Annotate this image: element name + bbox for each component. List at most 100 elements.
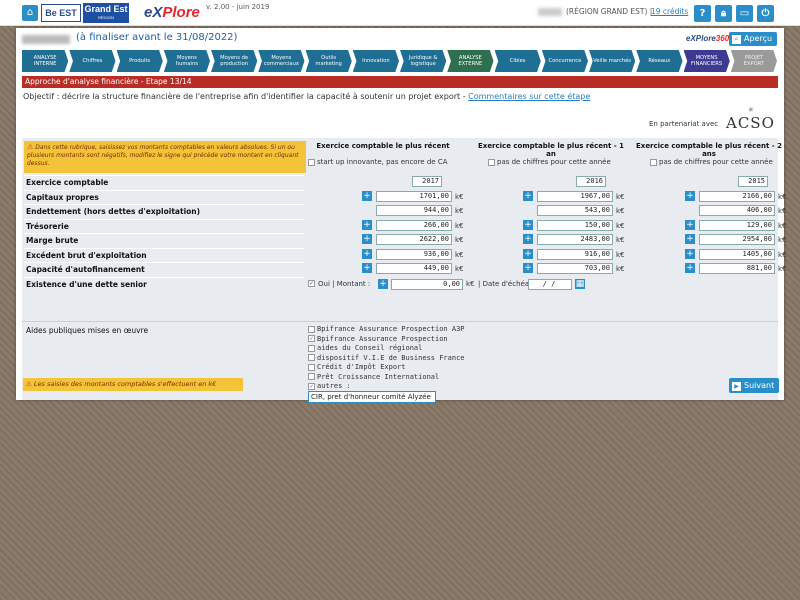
amount-input-4-0[interactable]: 2622,00 xyxy=(376,234,452,245)
plus-sign-icon[interactable]: + xyxy=(685,234,695,244)
step-12[interactable]: Veille marchés xyxy=(589,50,636,72)
apercu-button[interactable]: ⌕ Aperçu xyxy=(729,32,777,46)
plus-sign-icon[interactable]: + xyxy=(523,190,533,201)
row-label-2: Endettement (hors dettes d'exploitation) xyxy=(24,204,304,218)
step-9[interactable]: ANALYSE EXTERNE xyxy=(447,50,494,72)
credits-link[interactable]: 19 crédits xyxy=(651,7,688,16)
column-checkbox-1[interactable] xyxy=(488,158,495,166)
plus-sign-icon[interactable]: + xyxy=(685,248,695,259)
unit-label: k€ xyxy=(616,236,625,244)
aide-checkbox-0[interactable] xyxy=(308,325,315,333)
step-15[interactable]: PROJET EXPORT xyxy=(730,50,777,72)
amount-input-2-1[interactable]: 543,00 xyxy=(537,205,613,216)
step-6[interactable]: Outils marketing xyxy=(305,50,352,72)
aide-item-4[interactable]: Crédit d'Impôt Export xyxy=(308,363,406,371)
preview-icon: ⌕ xyxy=(732,35,741,44)
amount-input-3-2[interactable]: 129,00 xyxy=(699,219,775,231)
step-1[interactable]: Chiffres xyxy=(69,50,116,72)
dette-senior-checkbox[interactable]: ✓ xyxy=(308,279,315,287)
unit-label: k€ xyxy=(778,192,787,201)
amount-input-6-0[interactable]: 449,00 xyxy=(376,263,452,274)
amount-input-4-1[interactable]: 2483,00 xyxy=(537,234,613,245)
unit-label: k€ xyxy=(455,236,464,244)
suivant-button[interactable]: ▶ Suivant xyxy=(729,378,779,393)
step-11[interactable]: Concurrence xyxy=(541,50,588,72)
row-label-1: Capitaux propres xyxy=(24,189,304,204)
plus-sign-icon[interactable]: + xyxy=(523,234,533,244)
date-echeance-input[interactable]: / / xyxy=(528,278,572,290)
aide-checkbox-2[interactable] xyxy=(308,344,315,352)
lock-icon[interactable]: 🔒︎ xyxy=(715,5,732,22)
financial-grid: ⚠ Dans cette rubrique, saisissez vos mon… xyxy=(22,138,787,403)
dette-montant-input[interactable]: 0,00 xyxy=(391,278,463,290)
amount-input-1-0[interactable]: 1701,00 xyxy=(376,190,452,202)
amount-input-6-2[interactable]: 881,00 xyxy=(699,263,775,274)
year-input-2[interactable]: 2015 xyxy=(738,176,768,187)
aide-checkbox-1[interactable]: ✓ xyxy=(308,335,315,342)
step-10[interactable]: Cibles xyxy=(494,50,541,72)
aide-label-5: Prêt Croissance International xyxy=(317,372,440,381)
step-3[interactable]: Moyens humains xyxy=(163,50,210,72)
plus-sign-icon[interactable]: + xyxy=(362,219,372,230)
home-icon[interactable]: ⌂ xyxy=(22,5,38,21)
step-2[interactable]: Produits xyxy=(116,50,163,72)
aide-checkbox-5[interactable] xyxy=(308,373,315,380)
step-7[interactable]: Innovation xyxy=(352,50,399,72)
amount-input-5-2[interactable]: 1405,00 xyxy=(699,248,775,260)
amount-input-1-1[interactable]: 1967,00 xyxy=(537,190,613,202)
aide-item-0[interactable]: Bpifrance Assurance Prospection A3P xyxy=(308,325,465,333)
step-4[interactable]: Moyens de production xyxy=(211,50,258,72)
amount-input-1-2[interactable]: 2166,00 xyxy=(699,190,775,202)
amount-input-4-2[interactable]: 2954,00 xyxy=(699,234,775,245)
column-checkbox-0[interactable] xyxy=(308,158,315,166)
print-icon[interactable]: ▭ xyxy=(736,5,753,22)
aide-checkbox-3[interactable] xyxy=(308,354,315,361)
step-0[interactable]: ANALYSE INTERNE xyxy=(22,50,69,72)
amount-input-6-1[interactable]: 703,00 xyxy=(537,263,613,274)
autres-input[interactable]: CIR, pret d'honneur comité Alyzée xyxy=(308,391,436,403)
step-5[interactable]: Moyens commerciaux xyxy=(258,50,305,72)
power-icon[interactable]: ⏻ xyxy=(757,5,774,22)
aide-checkbox-6[interactable]: ✓ xyxy=(308,382,315,390)
plus-sign-icon[interactable]: + xyxy=(362,248,372,259)
aide-item-6[interactable]: ✓ autres : xyxy=(308,382,351,390)
aide-item-1[interactable]: ✓ Bpifrance Assurance Prospection xyxy=(308,335,448,343)
plus-sign-icon[interactable]: + xyxy=(685,190,695,201)
aide-item-3[interactable]: dispositif V.I.E de Business France xyxy=(308,354,465,362)
amount-input-5-0[interactable]: 936,00 xyxy=(376,248,452,260)
amount-input-3-0[interactable]: 266,00 xyxy=(376,219,452,231)
column-checkbox-2[interactable] xyxy=(650,158,657,166)
unit-label: k€ xyxy=(778,250,787,259)
plus-sign-icon[interactable]: + xyxy=(685,263,695,273)
aide-item-5[interactable]: Prêt Croissance International xyxy=(308,373,439,381)
calendar-icon[interactable]: ▦ xyxy=(575,278,585,289)
plus-sign-icon[interactable]: + xyxy=(523,263,533,273)
year-input-1[interactable]: 2016 xyxy=(576,176,606,187)
help-icon[interactable]: ? xyxy=(694,5,711,22)
aide-label-2: aides du Conseil régional xyxy=(317,344,423,352)
section-divider xyxy=(22,321,778,322)
amount-input-5-1[interactable]: 916,00 xyxy=(537,248,613,260)
column-check-2: pas de chiffres pour cette année xyxy=(650,158,773,166)
amount-input-2-2[interactable]: 406,00 xyxy=(699,205,775,216)
plus-sign-icon[interactable]: + xyxy=(523,248,533,259)
plus-sign-icon[interactable]: + xyxy=(362,190,372,201)
aide-checkbox-4[interactable] xyxy=(308,363,315,371)
unit-label: k€ xyxy=(455,192,464,201)
plus-sign-icon[interactable]: + xyxy=(362,234,372,244)
step-13[interactable]: Réseaux xyxy=(636,50,683,72)
comment-link[interactable]: Commentaires sur cette étape xyxy=(468,92,590,101)
partner-logo-acso: ACSO xyxy=(726,114,775,132)
plus-sign-icon[interactable]: + xyxy=(523,219,533,230)
plus-sign-icon[interactable]: + xyxy=(362,263,372,273)
amount-input-3-1[interactable]: 150,00 xyxy=(537,219,613,231)
step-14[interactable]: MOYENS FINANCIERS xyxy=(683,50,730,72)
plus-sign-icon[interactable]: + xyxy=(685,219,695,230)
partner-label: En partenariat avec xyxy=(649,120,719,128)
step-8[interactable]: Juridique & logistique xyxy=(400,50,447,72)
dette-oui-label: Oui | Montant : xyxy=(318,279,371,288)
year-input-0[interactable]: 2017 xyxy=(412,176,442,187)
amount-input-2-0[interactable]: 944,00 xyxy=(376,205,452,216)
plus-sign-icon[interactable]: + xyxy=(378,278,388,289)
aide-item-2[interactable]: aides du Conseil régional xyxy=(308,344,422,352)
